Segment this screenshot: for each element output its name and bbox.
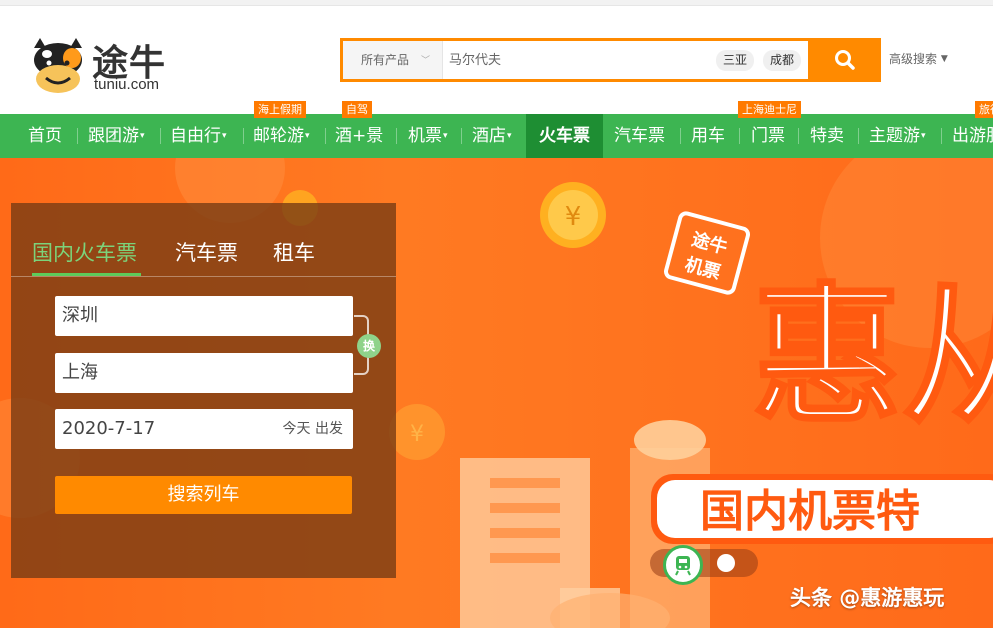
tab-bus-tickets[interactable]: 汽车票 [175, 237, 238, 267]
nav-badge-disney: 上海迪士尼 [738, 101, 801, 118]
ribbon-text: 国内机票特 [700, 486, 920, 537]
advanced-search-label: 高级搜索 [889, 52, 938, 66]
logo-domain: tuniu.com [94, 76, 160, 93]
nav-label: 用车 [691, 126, 725, 146]
search-category-label: 所有产品 [361, 53, 410, 67]
carousel-dot-active[interactable] [663, 545, 703, 585]
date-value: 2020-7-17 [62, 418, 156, 439]
nav-item-group-tour[interactable]: 跟团游▾ [88, 114, 145, 158]
departure-city-field[interactable]: 深圳 [55, 296, 353, 336]
nav-divider [243, 128, 244, 144]
nav-divider [325, 128, 326, 144]
nav-divider [798, 128, 799, 144]
nav-divider [941, 128, 942, 144]
tab-domestic-train[interactable]: 国内火车票 [32, 237, 137, 267]
nav-label: 火车票 [539, 126, 590, 146]
nav-label: 酒店 [472, 126, 506, 146]
main-nav: 首页 跟团游▾ 自由行▾ 邮轮游▾ 酒+景 机票▾ 酒店▾ 火车票 汽车票 用车… [0, 114, 993, 158]
nav-label: 首页 [28, 126, 62, 146]
hot-tag-sanya[interactable]: 三亚 [716, 50, 755, 71]
search-icon [834, 50, 855, 70]
stamp-line-1: 途牛 [689, 228, 729, 259]
nav-label: 出游服 [952, 126, 993, 146]
search-input[interactable] [449, 45, 709, 75]
dropdown-arrow-icon: ▾ [443, 131, 448, 141]
chevron-down-icon: ﹀ [420, 55, 430, 65]
tuniu-logo[interactable]: 途牛 tuniu.com [30, 34, 180, 98]
nav-label: 酒+景 [335, 126, 384, 146]
nav-item-flash-sale[interactable]: 特卖 [810, 114, 844, 158]
dropdown-arrow-icon: ▾ [507, 131, 512, 141]
dropdown-arrow-icon: ▾ [305, 131, 310, 141]
train-icon [675, 556, 691, 576]
search-box: 所有产品 ﹀ 三亚 成都 [340, 38, 881, 82]
search-category-select[interactable]: 所有产品 ﹀ [343, 41, 443, 79]
nav-badge-sea-holiday: 海上假期 [254, 101, 306, 118]
nav-item-theme-tours[interactable]: 主题游▾ [869, 114, 926, 158]
nav-item-attraction-tickets[interactable]: 门票 [751, 114, 785, 158]
nav-divider [680, 128, 681, 144]
nav-item-train-tickets[interactable]: 火车票 [526, 114, 603, 158]
dropdown-arrow-icon: ▾ [222, 131, 227, 141]
nav-badge-self-drive: 自驾 [342, 101, 372, 118]
nav-label: 邮轮游 [253, 126, 304, 146]
tab-car-rental[interactable]: 租车 [273, 237, 315, 267]
nav-divider [160, 128, 161, 144]
coin-icon: ¥ [389, 404, 445, 460]
stamp-line-2: 机票 [683, 254, 723, 284]
tuniu-stamp-icon: 途牛 机票 [664, 211, 750, 295]
nav-item-free-travel[interactable]: 自由行▾ [170, 114, 227, 158]
nav-divider [396, 128, 397, 144]
carousel-dot[interactable] [717, 554, 735, 572]
nav-label: 主题游 [869, 126, 920, 146]
swap-cities-button[interactable]: 换 [357, 334, 381, 358]
nav-label: 汽车票 [614, 126, 665, 146]
booking-panel: 国内火车票 汽车票 租车 深圳 上海 换 2020-7-17 今天 出发 搜索列… [11, 203, 396, 578]
dropdown-arrow-icon: ▾ [921, 131, 926, 141]
nav-label: 门票 [751, 126, 785, 146]
nav-divider [858, 128, 859, 144]
nav-divider [461, 128, 462, 144]
advanced-search-link[interactable]: 高级搜索 ▼ [889, 50, 948, 67]
nav-item-bus-tickets[interactable]: 汽车票 [614, 114, 665, 158]
nav-divider [77, 128, 78, 144]
nav-label: 跟团游 [88, 126, 139, 146]
coin-icon: ¥ [540, 182, 606, 248]
caret-down-icon: ▼ [940, 54, 948, 64]
site-header: 途牛 tuniu.com 所有产品 ﹀ 三亚 成都 高级搜索 ▼ [0, 6, 993, 114]
watermark-text: 头条 @惠游惠玩 [790, 586, 945, 610]
nav-item-travel-services[interactable]: 出游服 [952, 114, 993, 158]
search-button[interactable] [808, 38, 881, 82]
search-trains-button[interactable]: 搜索列车 [55, 476, 352, 514]
nav-divider [739, 128, 740, 144]
nav-label: 自由行 [170, 126, 221, 146]
tab-divider [11, 276, 396, 277]
svg-text:¥: ¥ [410, 422, 424, 447]
nav-item-cruise[interactable]: 邮轮游▾ [253, 114, 310, 158]
headline-text: 惠从 [752, 270, 993, 444]
nav-label: 特卖 [810, 126, 844, 146]
dropdown-arrow-icon: ▾ [140, 131, 145, 141]
cow-mascot-icon [34, 38, 82, 93]
nav-item-car-rental[interactable]: 用车 [691, 114, 725, 158]
departure-date-field[interactable]: 2020-7-17 今天 出发 [55, 409, 353, 449]
nav-label: 机票 [408, 126, 442, 146]
nav-item-hotel-scenic[interactable]: 酒+景 [335, 114, 383, 158]
svg-text:¥: ¥ [565, 202, 582, 232]
hot-tag-chengdu[interactable]: 成都 [763, 50, 802, 71]
date-hint: 今天 出发 [282, 421, 343, 437]
nav-item-home[interactable]: 首页 [28, 114, 62, 158]
nav-item-flights[interactable]: 机票▾ [408, 114, 448, 158]
arrival-city-field[interactable]: 上海 [55, 353, 353, 393]
nav-item-hotels[interactable]: 酒店▾ [472, 114, 512, 158]
nav-badge-travel: 旅行 [975, 101, 993, 118]
